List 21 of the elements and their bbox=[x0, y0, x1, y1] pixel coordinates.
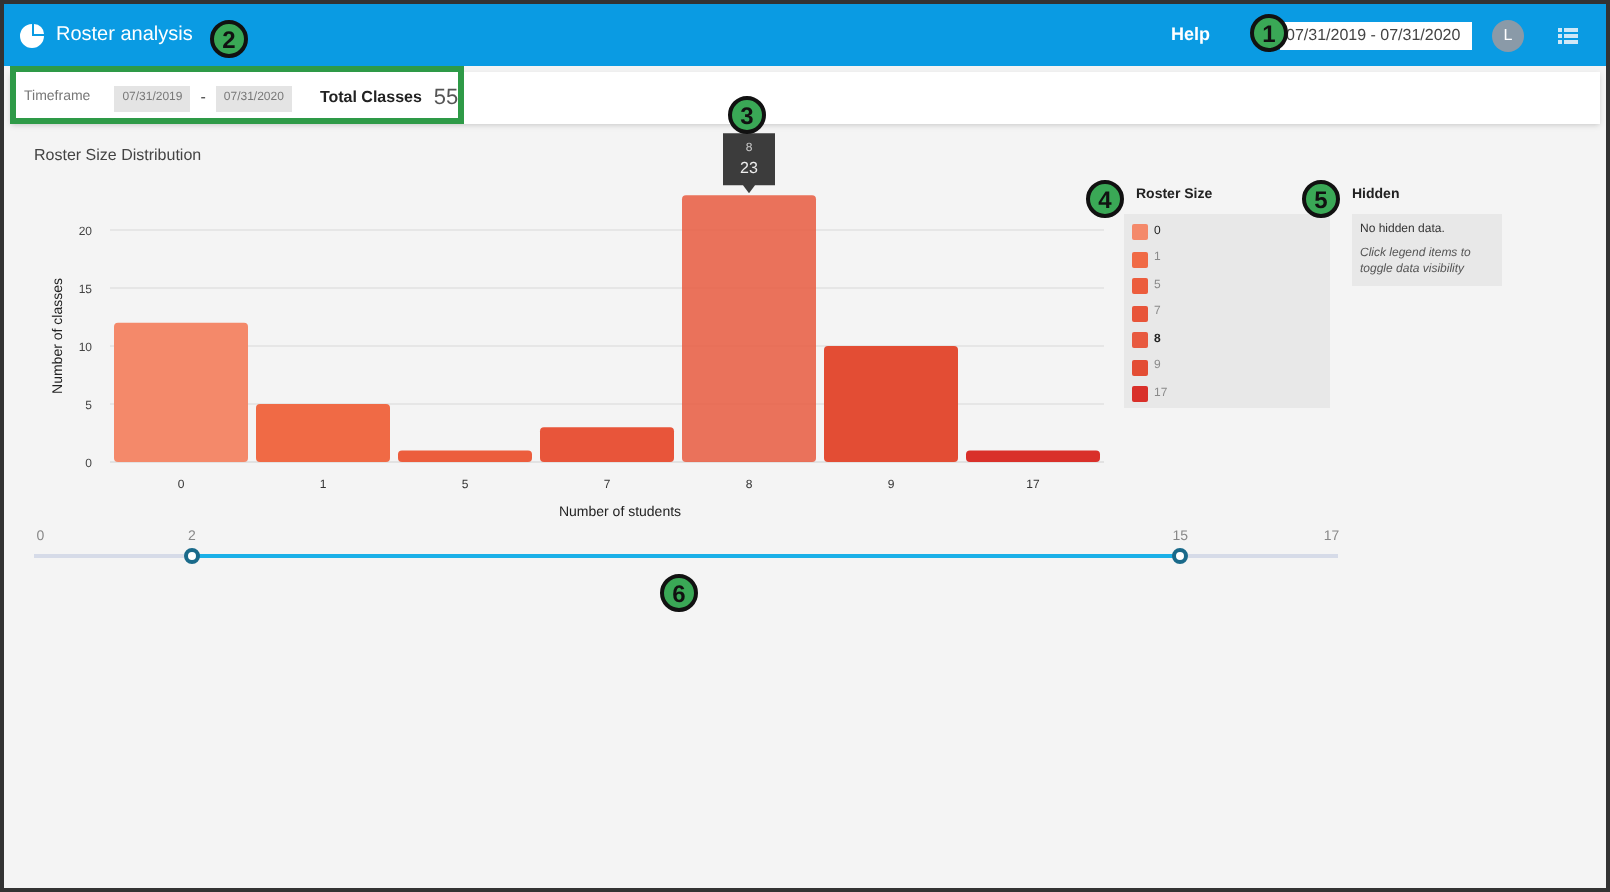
callout-badge: 3 bbox=[728, 96, 766, 134]
user-avatar[interactable]: L bbox=[1492, 19, 1524, 51]
total-classes-label: Total Classes bbox=[319, 86, 422, 110]
pie-chart-icon bbox=[20, 23, 44, 47]
slider-thumb[interactable] bbox=[1172, 548, 1189, 564]
bar bbox=[540, 427, 674, 462]
date-separator: - bbox=[200, 86, 206, 110]
bar bbox=[966, 450, 1100, 462]
app-title: Roster analysis bbox=[56, 22, 193, 50]
bar bbox=[398, 450, 532, 462]
date-range-field[interactable]: 07/31/2019 - 07/31/2020 bbox=[1280, 21, 1472, 49]
total-classes-value: 55 bbox=[433, 83, 459, 114]
callout-badge: 6 bbox=[660, 574, 698, 612]
bar bbox=[824, 346, 958, 462]
bar bbox=[256, 404, 390, 462]
chart-title: Roster Size Distribution bbox=[34, 146, 202, 164]
help-link[interactable]: Help bbox=[1170, 21, 1210, 49]
bar bbox=[114, 322, 248, 462]
callout-badge: 4 bbox=[1086, 180, 1124, 218]
callout-badge: 5 bbox=[1302, 180, 1340, 218]
slider-thumb[interactable] bbox=[183, 548, 200, 564]
